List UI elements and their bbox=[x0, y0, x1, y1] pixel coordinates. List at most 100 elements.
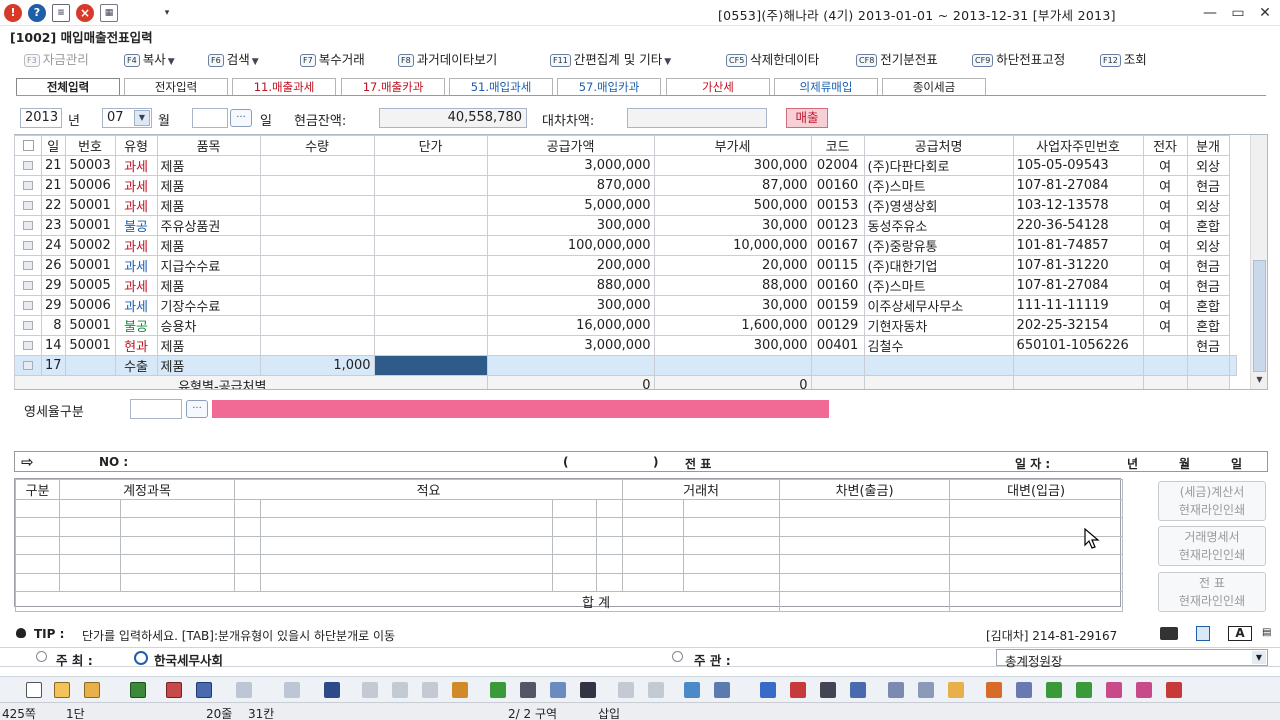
zero-rate-field[interactable] bbox=[130, 399, 182, 419]
journal-cell[interactable] bbox=[120, 572, 235, 592]
journal-cell[interactable] bbox=[595, 498, 624, 519]
price-input-cell[interactable] bbox=[373, 355, 488, 376]
cell-code[interactable]: 00401 bbox=[810, 335, 865, 356]
cell-vendor[interactable]: (주)대한기업 bbox=[863, 255, 1014, 276]
empty-cell[interactable] bbox=[1012, 355, 1144, 376]
cell-bizno[interactable]: 107-81-31220 bbox=[1012, 255, 1144, 276]
link-icon[interactable] bbox=[618, 682, 634, 698]
cell-qty[interactable] bbox=[259, 195, 375, 216]
table-row[interactable]: 24 50002 과세 제품 100,000,000 10,000,000 00167 (주)… bbox=[14, 235, 1237, 256]
journal-cell[interactable] bbox=[59, 554, 121, 574]
cell-vat[interactable]: 88,000 bbox=[653, 275, 812, 296]
journal-cell[interactable] bbox=[949, 498, 1124, 519]
cell-type[interactable]: 수출 bbox=[114, 355, 158, 376]
camera-icon[interactable] bbox=[1160, 627, 1178, 640]
radio-icon[interactable] bbox=[36, 651, 47, 662]
row-checkbox[interactable] bbox=[14, 255, 42, 276]
cell-number[interactable]: 50002 bbox=[64, 235, 116, 256]
journal-cell[interactable] bbox=[234, 554, 261, 574]
cell-electronic[interactable]: 여 bbox=[1142, 295, 1188, 316]
cell-item[interactable]: 제품 bbox=[156, 335, 261, 356]
journal-cell[interactable] bbox=[595, 554, 624, 574]
cell-vendor[interactable]: (주)중랑유통 bbox=[863, 235, 1014, 256]
empty-cell[interactable] bbox=[1228, 355, 1237, 376]
cell-number[interactable]: 50001 bbox=[64, 195, 116, 216]
unlink-icon[interactable] bbox=[648, 682, 664, 698]
table-row[interactable]: 23 50001 불공 주유상품권 300,000 30,000 00123 동성주유소 220… bbox=[14, 215, 1237, 236]
slide2-icon[interactable] bbox=[1076, 682, 1092, 698]
cell-code[interactable]: 00167 bbox=[810, 235, 865, 256]
chevron-down-icon[interactable]: ▼ bbox=[1252, 651, 1266, 664]
journal-cell[interactable] bbox=[779, 554, 951, 574]
cell-journal[interactable]: 외상 bbox=[1186, 195, 1230, 216]
journal-cell[interactable] bbox=[622, 572, 685, 592]
cell-bizno[interactable]: 101-81-74857 bbox=[1012, 235, 1144, 256]
formula-icon[interactable] bbox=[820, 682, 836, 698]
journal-cell[interactable] bbox=[552, 517, 597, 537]
cell-type[interactable]: 과세 bbox=[114, 155, 158, 176]
cell-vat[interactable]: 87,000 bbox=[653, 175, 812, 196]
cell-supply[interactable]: 200,000 bbox=[486, 255, 655, 276]
journal-row[interactable] bbox=[15, 498, 1124, 519]
save-icon[interactable] bbox=[130, 682, 146, 698]
hanja-icon[interactable] bbox=[888, 682, 904, 698]
note-icon[interactable] bbox=[986, 682, 1002, 698]
journal-cell[interactable] bbox=[260, 554, 553, 574]
journal-cell[interactable] bbox=[622, 517, 685, 537]
cell-number[interactable]: 50001 bbox=[64, 215, 116, 236]
cell-bizno[interactable]: 107-81-27084 bbox=[1012, 175, 1144, 196]
cell-supply[interactable]: 3,000,000 bbox=[486, 155, 655, 176]
journal-cell[interactable] bbox=[683, 517, 781, 537]
cell-type[interactable]: 과세 bbox=[114, 175, 158, 196]
table-icon[interactable] bbox=[714, 682, 730, 698]
cell-electronic[interactable]: 여 bbox=[1142, 195, 1188, 216]
year-field[interactable]: 2013 bbox=[20, 108, 62, 128]
cell-electronic[interactable]: 여 bbox=[1142, 315, 1188, 336]
cell-day[interactable]: 29 bbox=[41, 295, 66, 316]
fn-fix-lower-voucher[interactable]: CF9 하단전표고정 bbox=[972, 49, 1065, 68]
table-row[interactable]: 21 50006 과세 제품 870,000 87,000 00160 (주)스마트 107-8… bbox=[14, 175, 1237, 196]
cell-bizno[interactable]: 202-25-32154 bbox=[1012, 315, 1144, 336]
tab-all-entry[interactable]: 전체입력 bbox=[16, 78, 120, 96]
cell-code[interactable]: 00160 bbox=[810, 175, 865, 196]
cell-journal[interactable]: 현금 bbox=[1186, 275, 1230, 296]
cell-price[interactable] bbox=[373, 195, 488, 216]
cell-item[interactable]: 제품 bbox=[156, 275, 261, 296]
preview-icon[interactable] bbox=[196, 682, 212, 698]
journal-cell[interactable] bbox=[552, 554, 597, 574]
cell-vendor[interactable]: (주)스마트 bbox=[863, 175, 1014, 196]
cell-number[interactable]: 50005 bbox=[64, 275, 116, 296]
journal-cell[interactable] bbox=[120, 535, 235, 556]
slide1-icon[interactable] bbox=[1046, 682, 1062, 698]
char-map-icon[interactable] bbox=[790, 682, 806, 698]
cell-electronic[interactable]: 여 bbox=[1142, 275, 1188, 296]
tab-sales-taxable[interactable]: 11.매출과세 bbox=[232, 78, 336, 96]
cell-vendor[interactable]: (주)스마트 bbox=[863, 275, 1014, 296]
journal-cell[interactable] bbox=[622, 498, 685, 519]
tab-electronic-entry[interactable]: 전자입력 bbox=[124, 78, 228, 96]
cell-vat[interactable]: 10,000,000 bbox=[653, 235, 812, 256]
cell-supply[interactable]: 100,000,000 bbox=[486, 235, 655, 256]
journal-cell[interactable] bbox=[683, 498, 781, 519]
cell-journal[interactable]: 외상 bbox=[1186, 235, 1230, 256]
cell-type[interactable]: 과세 bbox=[114, 295, 158, 316]
row-checkbox[interactable] bbox=[14, 275, 42, 296]
cell-journal[interactable]: 혼합 bbox=[1186, 215, 1230, 236]
journal-cell[interactable] bbox=[260, 498, 553, 519]
cell-price[interactable] bbox=[373, 155, 488, 176]
table-row[interactable]: 29 50005 과세 제품 880,000 88,000 00160 (주)스마트 107-8… bbox=[14, 275, 1237, 296]
fn-multi-transaction[interactable]: F7 복수거래 bbox=[300, 49, 365, 68]
cell-qty[interactable] bbox=[259, 295, 375, 316]
cell-day[interactable]: 14 bbox=[41, 335, 66, 356]
empty-cell[interactable] bbox=[863, 355, 1014, 376]
day-field[interactable] bbox=[192, 108, 228, 128]
cell-journal[interactable]: 현금 bbox=[1186, 175, 1230, 196]
cell-price[interactable] bbox=[373, 215, 488, 236]
cell-item[interactable]: 지급수수료 bbox=[156, 255, 261, 276]
row-checkbox[interactable] bbox=[14, 315, 42, 336]
cell-qty[interactable] bbox=[259, 315, 375, 336]
journal-cell[interactable] bbox=[15, 517, 60, 537]
cell-type[interactable]: 과세 bbox=[114, 195, 158, 216]
print-icon[interactable] bbox=[166, 682, 182, 698]
row-checkbox[interactable] bbox=[14, 355, 42, 376]
